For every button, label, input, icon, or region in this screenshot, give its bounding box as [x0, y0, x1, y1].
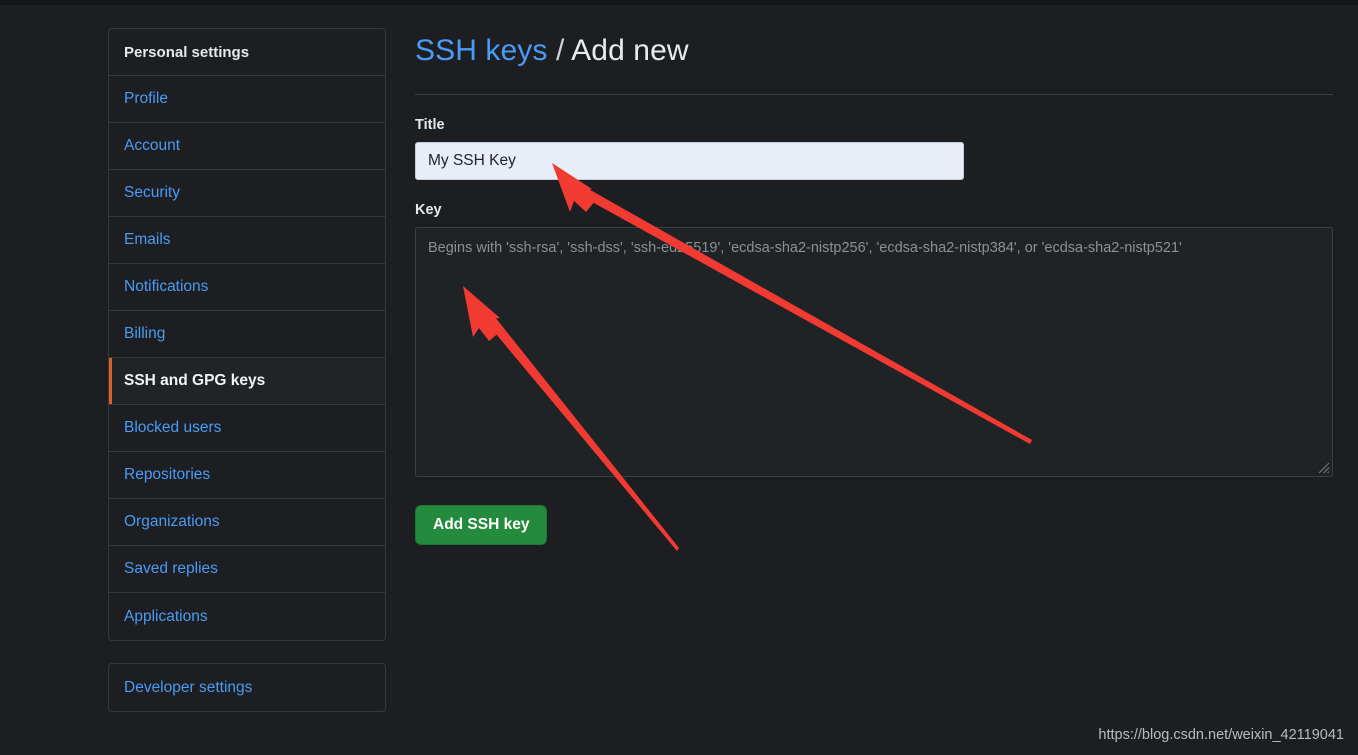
sidebar-item-organizations[interactable]: Organizations [109, 499, 385, 546]
sidebar-item-account[interactable]: Account [109, 123, 385, 170]
sidebar-item-label: Saved replies [124, 560, 218, 577]
sidebar-item-label: Organizations [124, 513, 220, 530]
window-top-strip [0, 0, 1358, 5]
key-textarea-wrapper [415, 227, 1333, 477]
settings-sidebar: Personal settings Profile Account Securi… [108, 28, 386, 712]
sidebar-item-label: Profile [124, 90, 168, 107]
sidebar-item-billing[interactable]: Billing [109, 311, 385, 358]
breadcrumb-current: Add new [571, 34, 689, 67]
sidebar-item-ssh-and-gpg-keys[interactable]: SSH and GPG keys [109, 358, 385, 405]
sidebar-item-label: Notifications [124, 278, 209, 295]
sidebar-item-label: Repositories [124, 466, 211, 483]
sidebar-item-label: Developer settings [124, 678, 253, 696]
sidebar-item-label: Account [124, 137, 181, 154]
sidebar-item-label: Security [124, 184, 180, 201]
sidebar-item-emails[interactable]: Emails [109, 217, 385, 264]
key-textarea[interactable] [415, 227, 1333, 477]
main-content: SSH keys / Add new Title Key Add SSH key [415, 28, 1333, 545]
sidebar-item-applications[interactable]: Applications [109, 593, 385, 640]
developer-settings-box: Developer settings [108, 663, 386, 712]
page-title: SSH keys / Add new [415, 28, 1333, 74]
breadcrumb-separator: / [555, 34, 565, 67]
personal-settings-box: Personal settings Profile Account Securi… [108, 28, 386, 641]
sidebar-item-label: SSH and GPG keys [124, 372, 266, 389]
sidebar-item-repositories[interactable]: Repositories [109, 452, 385, 499]
title-input[interactable] [415, 142, 964, 180]
sidebar-header-personal-settings: Personal settings [109, 29, 385, 76]
sidebar-item-label: Blocked users [124, 419, 222, 436]
sidebar-item-developer-settings[interactable]: Developer settings [109, 664, 385, 711]
title-field-label: Title [415, 117, 445, 133]
header-divider [415, 94, 1333, 95]
sidebar-item-saved-replies[interactable]: Saved replies [109, 546, 385, 593]
sidebar-item-blocked-users[interactable]: Blocked users [109, 405, 385, 452]
watermark-url: https://blog.csdn.net/weixin_42119041 [1098, 727, 1344, 743]
sidebar-item-security[interactable]: Security [109, 170, 385, 217]
breadcrumb-link-ssh-keys[interactable]: SSH keys [415, 34, 548, 67]
sidebar-header-label: Personal settings [124, 43, 250, 61]
sidebar-item-label: Applications [124, 607, 208, 625]
add-ssh-key-button[interactable]: Add SSH key [415, 505, 548, 545]
sidebar-item-label: Emails [124, 231, 171, 248]
sidebar-item-label: Billing [124, 325, 166, 342]
key-field-label: Key [415, 202, 442, 218]
sidebar-item-profile[interactable]: Profile [109, 76, 385, 123]
sidebar-item-notifications[interactable]: Notifications [109, 264, 385, 311]
